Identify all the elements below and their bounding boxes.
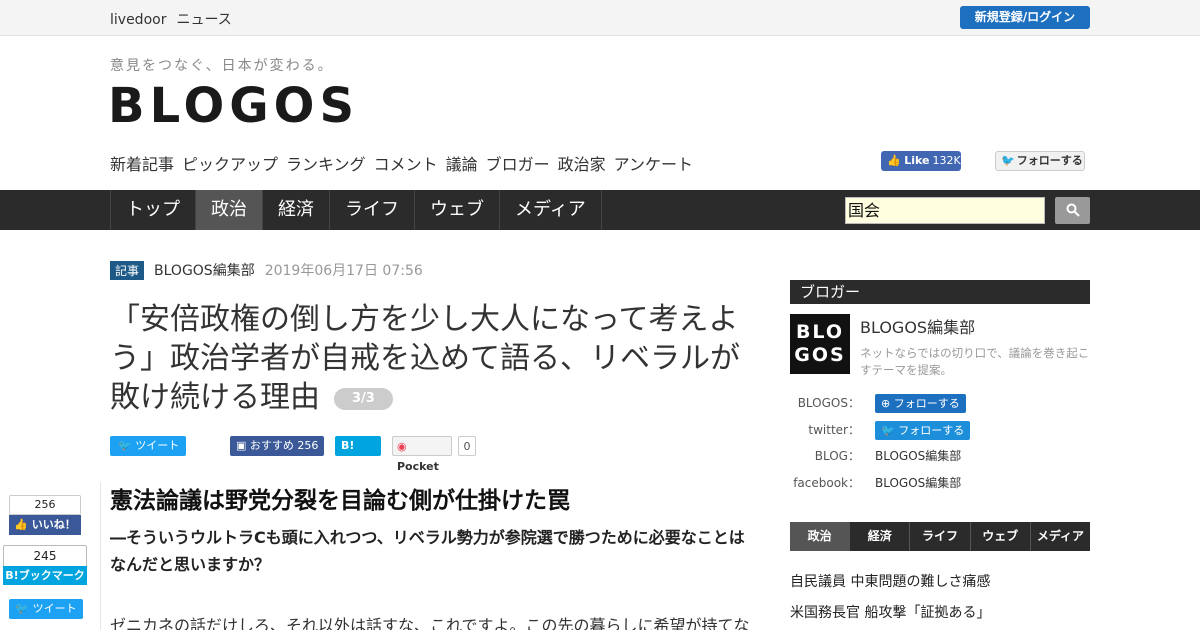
twitter-bird-icon: 🐦 [15, 602, 33, 615]
twitter-follow-button[interactable]: 🐦 フォローする [995, 151, 1085, 171]
tw-follow-label: フォローする [1016, 154, 1083, 167]
tweet-label: ツイート [135, 439, 180, 452]
info-label: BLOG： [814, 449, 860, 463]
avatar-line-2: GOS [794, 344, 846, 366]
tab-economy[interactable]: 経済 [263, 190, 330, 230]
tab-life[interactable]: ライフ [330, 190, 415, 230]
info-row-blogos: BLOGOS： ⊕ フォローする [790, 393, 1090, 413]
article-question: ―そういうウルトラCも頭に入れつつ、リベラル勢力が参院選で勝つために必要なことは… [110, 528, 745, 574]
search-input[interactable]: 国会 [845, 197, 1045, 224]
news-item[interactable]: 米国務長官 船攻撃「証拠ある」 [790, 598, 990, 629]
divider [100, 482, 101, 630]
sidebar-heading: ブロガー [790, 280, 1090, 304]
float-tweet-button[interactable]: 🐦 ツイート [9, 599, 83, 619]
avatar-line-1: BLO [795, 321, 845, 343]
hatena-button[interactable]: B! 245 [335, 436, 381, 472]
subnav-pickup[interactable]: ピックアップ [182, 151, 278, 175]
info-label: BLOGOS： [797, 396, 860, 410]
search-button[interactable] [1055, 197, 1090, 224]
page-indicator: 3/3 [334, 387, 393, 410]
info-row-twitter: twitter： 🐦 フォローする [790, 420, 1090, 440]
subnav-blogger[interactable]: ブロガー [486, 151, 550, 175]
site-brand[interactable]: livedoor ニュース [110, 9, 242, 29]
blogger-avatar[interactable]: BLO GOS [790, 314, 850, 374]
article-paragraph: ゼニカネの話だけしろ、それ以外は話すな、これですよ。この先の暮らしに希望が持てな [110, 616, 750, 630]
tab-media[interactable]: メディア [500, 190, 602, 230]
float-hatena-button[interactable]: B!ブックマーク [3, 566, 87, 585]
info-row-facebook: facebook： BLOGOS編集部 [790, 473, 1090, 493]
top-bar: livedoor ニュース 新規登録/ログイン [0, 0, 1200, 36]
float-like-button[interactable]: 👍 いいね！ [9, 515, 81, 535]
fb-like-count: 132K [932, 154, 961, 167]
tab-top[interactable]: トップ [111, 190, 196, 230]
facebook-like-button[interactable]: 👍 Like 132K [881, 151, 961, 171]
float-like-count: 256 [9, 495, 81, 515]
pocket-icon: ◉ [397, 440, 407, 453]
login-button[interactable]: 新規登録/ログイン [960, 6, 1090, 29]
blogos-follow-label: フォローする [893, 397, 960, 410]
thumbs-up-icon: 👍 [14, 518, 32, 531]
hatena-label: B! [341, 439, 355, 452]
article-heading: 憲法論議は野党分裂を目論む側が仕掛けた罠 [110, 488, 570, 514]
sidebar-news-list: 自民議員 中東問題の難しさ痛感 米国務長官 船攻撃「証拠ある」 [790, 567, 990, 629]
site-tagline: 意見をつなぐ、日本が変わる。 [110, 58, 334, 74]
blog-link[interactable]: BLOGOS編集部 [875, 446, 961, 466]
search-icon [1066, 203, 1080, 217]
float-like-label: いいね！ [31, 518, 76, 531]
tab-web[interactable]: ウェブ [415, 190, 500, 230]
side-tab-politics[interactable]: 政治 [790, 522, 851, 551]
article-title: 「安倍政権の倒し方を少し大人になって考えよう」政治学者が自戒を込めて語る、リベラ… [110, 300, 750, 417]
pocket-button[interactable]: ◉ Pocket [392, 436, 452, 473]
tab-politics[interactable]: 政治 [196, 190, 263, 230]
fb-recommend-label: おすすめ [249, 439, 294, 452]
subnav-debate[interactable]: 議論 [446, 151, 478, 175]
info-label: facebook： [793, 476, 860, 490]
category-nav: トップ 政治 経済 ライフ ウェブ メディア 国会 [0, 190, 1200, 230]
facebook-link[interactable]: BLOGOS編集部 [875, 473, 961, 493]
float-tweet-label: ツイート [32, 602, 77, 615]
article-badge: 記事 [110, 260, 145, 280]
side-tab-economy[interactable]: 経済 [850, 522, 911, 551]
subnav-survey[interactable]: アンケート [614, 151, 693, 175]
twitter-bird-icon: 🐦 [881, 424, 899, 437]
news-item[interactable]: 自民議員 中東問題の難しさ痛感 [790, 567, 990, 598]
side-tab-life[interactable]: ライフ [910, 522, 971, 551]
hatena-count: 245 [341, 459, 364, 472]
twitter-bird-icon: 🐦 [118, 439, 136, 452]
float-hatena-count: 245 [3, 545, 87, 567]
side-tab-media[interactable]: メディア [1031, 522, 1090, 551]
article-author[interactable]: BLOGOS編集部 [154, 260, 255, 280]
info-label: twitter： [808, 423, 860, 437]
thumbs-up-icon: 👍 [887, 154, 901, 167]
facebook-icon: ▣ [236, 439, 250, 452]
pocket-count: 0 [458, 436, 476, 456]
blogos-logo[interactable]: BLOGOS [108, 78, 359, 134]
twitter-follow-side-button[interactable]: 🐦 フォローする [875, 421, 971, 440]
fb-like-label: Like [904, 154, 930, 167]
plus-icon: ⊕ [881, 397, 894, 410]
blogger-name[interactable]: BLOGOS編集部 [860, 314, 975, 338]
news-link[interactable]: ニュース [176, 12, 231, 28]
subnav-comment[interactable]: コメント [374, 151, 438, 175]
blogos-follow-button[interactable]: ⊕ フォローする [875, 394, 966, 413]
twitter-bird-icon: 🐦 [1001, 154, 1015, 167]
article-meta: 記事 BLOGOS編集部 2019年06月17日 07:56 [110, 260, 423, 280]
category-tabs: トップ 政治 経済 ライフ ウェブ メディア [110, 190, 602, 230]
side-tab-web[interactable]: ウェブ [971, 522, 1031, 551]
subnav-politician[interactable]: 政治家 [558, 151, 606, 175]
info-row-blog: BLOG： BLOGOS編集部 [790, 446, 1090, 466]
article-title-text: 「安倍政権の倒し方を少し大人になって考えよう」政治学者が自戒を込めて語る、リベラ… [110, 302, 740, 415]
subnav-ranking[interactable]: ランキング [286, 151, 366, 175]
fb-recommend-button[interactable]: ▣ おすすめ 256 [230, 436, 324, 456]
pocket-label: Pocket [397, 460, 439, 473]
sidebar-tabs: 政治 経済 ライフ ウェブ メディア [790, 522, 1090, 551]
subnav-new[interactable]: 新着記事 [110, 151, 174, 175]
article-date: 2019年06月17日 07:56 [264, 263, 423, 279]
blogger-description: ネットならではの切り口で、議論を巻き起こすテーマを提案。 [860, 346, 1090, 377]
sub-navigation: 新着記事 ピックアップ ランキング コメント 議論 ブロガー 政治家 アンケート [110, 151, 693, 175]
livedoor-link[interactable]: livedoor [110, 12, 166, 28]
twitter-follow-side-label: フォローする [898, 424, 965, 437]
fb-recommend-count: 256 [297, 439, 319, 452]
tweet-button[interactable]: 🐦 ツイート [110, 436, 186, 456]
